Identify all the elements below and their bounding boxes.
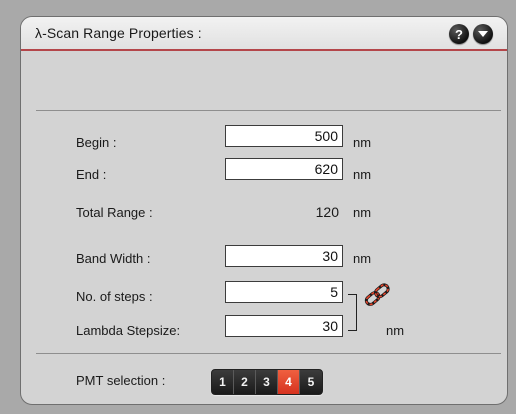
lambda-stepsize-label: Lambda Stepsize: xyxy=(76,323,181,338)
lambda-stepsize-field[interactable]: 30 xyxy=(225,315,343,337)
panel-titlebar: λ-Scan Range Properties : ? xyxy=(21,17,507,51)
num-steps-label: No. of steps : xyxy=(76,289,153,304)
begin-unit: nm xyxy=(353,135,372,150)
pmt-selection-label: PMT selection : xyxy=(76,373,166,388)
band-width-unit: nm xyxy=(353,251,372,266)
total-range-unit: nm xyxy=(353,205,372,220)
total-range-value: 120 xyxy=(315,204,339,220)
separator-top xyxy=(36,110,501,111)
scan-range-panel: λ-Scan Range Properties : ? Begin : 500 … xyxy=(20,16,508,405)
link-bracket xyxy=(348,294,357,331)
panel-title: λ-Scan Range Properties : xyxy=(35,25,202,41)
pmt-button-5[interactable]: 5 xyxy=(300,370,322,394)
pmt-button-3[interactable]: 3 xyxy=(256,370,278,394)
lambda-stepsize-unit: nm xyxy=(386,323,405,338)
band-width-label: Band Width : xyxy=(76,251,151,266)
pmt-selector: 1 2 3 4 5 xyxy=(211,369,323,395)
pmt-button-2[interactable]: 2 xyxy=(234,370,256,394)
begin-field[interactable]: 500 xyxy=(225,125,343,147)
band-width-field[interactable]: 30 xyxy=(225,245,343,267)
chevron-down-icon[interactable] xyxy=(473,24,493,44)
end-unit: nm xyxy=(353,167,372,182)
chain-link-icon[interactable] xyxy=(361,279,395,314)
separator-bottom xyxy=(36,353,501,354)
total-range-label: Total Range : xyxy=(76,205,153,220)
end-label: End : xyxy=(76,167,107,182)
help-icon[interactable]: ? xyxy=(449,24,469,44)
end-field[interactable]: 620 xyxy=(225,158,343,180)
num-steps-field[interactable]: 5 xyxy=(225,281,343,303)
pmt-button-4[interactable]: 4 xyxy=(278,370,300,394)
begin-label: Begin : xyxy=(76,135,117,150)
pmt-button-1[interactable]: 1 xyxy=(212,370,234,394)
